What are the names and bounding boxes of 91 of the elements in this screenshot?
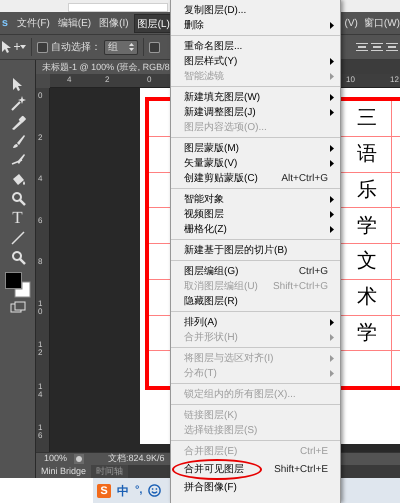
- ruler-label: 6: [38, 216, 44, 224]
- zoom-level: 100%: [44, 452, 68, 466]
- move-tool-icon[interactable]: [0, 40, 20, 54]
- align-icon[interactable]: [356, 42, 368, 52]
- type-tool[interactable]: T: [12, 209, 23, 227]
- updown-arrows-icon[interactable]: [129, 43, 134, 51]
- submenu-arrow-icon: [330, 109, 334, 116]
- menu-item[interactable]: 栅格化(Z): [171, 222, 340, 237]
- menu-item[interactable]: 隐藏图层(R): [171, 294, 340, 309]
- align-icon[interactable]: [386, 42, 398, 52]
- table-cell-text: 文: [357, 249, 377, 274]
- shortcut-label: Shift+Ctrl+E: [274, 463, 328, 477]
- table-cell-text: 学: [357, 214, 377, 239]
- submenu-arrow-icon: [330, 355, 334, 362]
- shortcut-label: Ctrl+G: [298, 265, 328, 279]
- ime-mode-toggle[interactable]: 中: [117, 482, 129, 500]
- checkbox-label: 自动选择：: [51, 40, 101, 54]
- ruler-label: 14: [38, 382, 44, 398]
- ruler-label: 2: [38, 134, 44, 142]
- ruler-label: 8: [38, 258, 44, 266]
- checkbox[interactable]: [37, 42, 48, 52]
- submenu-arrow-icon: [330, 319, 334, 326]
- foreground-color-swatch[interactable]: [4, 272, 22, 289]
- panel-tab[interactable]: Mini Bridge: [36, 465, 92, 478]
- submenu-arrow-icon: [330, 370, 334, 377]
- ruler-label: 10: [38, 300, 44, 316]
- menu-item[interactable]: 编辑(E): [54, 14, 94, 32]
- menu-item[interactable]: 拼合图像(F): [171, 480, 340, 495]
- submenu-arrow-icon: [330, 160, 334, 167]
- ruler-label: 10: [346, 75, 355, 85]
- screen-mode-icon[interactable]: [10, 301, 26, 315]
- menu-item[interactable]: 排列(A): [171, 315, 340, 330]
- shortcut-label: Shift+Ctrl+G: [272, 280, 328, 294]
- table-cell-text: 学: [357, 320, 377, 346]
- submenu-arrow-icon: [330, 22, 334, 29]
- checkbox[interactable]: [149, 42, 160, 52]
- submenu-arrow-icon: [330, 334, 334, 341]
- menu-item[interactable]: 新建基于图层的切片(B): [171, 243, 340, 258]
- shortcut-label: Ctrl+E: [300, 445, 328, 459]
- menu-item[interactable]: 新建填充图层(W): [171, 90, 340, 105]
- address-field[interactable]: [68, 3, 168, 12]
- align-icon[interactable]: [371, 42, 383, 52]
- document-size: 文档:824.9K/6: [108, 452, 165, 466]
- submenu-arrow-icon: [330, 211, 334, 218]
- shortcut-label: Alt+Ctrl+G: [281, 172, 328, 186]
- menu-item[interactable]: 矢量蒙版(V): [171, 156, 340, 171]
- smiley-icon[interactable]: [148, 484, 162, 497]
- submenu-arrow-icon: [330, 196, 334, 203]
- submenu-arrow-icon: [330, 226, 334, 233]
- ime-logo[interactable]: S: [97, 484, 111, 498]
- submenu-arrow-icon: [330, 94, 334, 101]
- menu-item[interactable]: (V): [344, 16, 358, 30]
- eyedropper-icon[interactable]: [10, 114, 26, 130]
- menu-item[interactable]: 文件(F): [14, 14, 53, 32]
- menu-item[interactable]: 创建剪贴蒙版(C) Alt+Ctrl+G: [171, 171, 340, 186]
- ruler-label: 12: [38, 341, 44, 357]
- submenu-arrow-icon: [330, 73, 334, 80]
- ruler-label: 0: [38, 92, 44, 100]
- menu-item[interactable]: 图层蒙版(M): [171, 141, 340, 156]
- ruler-label: 12: [390, 75, 399, 85]
- menu-item[interactable]: 图像(I): [96, 14, 132, 32]
- panel-tab[interactable]: 时间轴: [91, 465, 128, 478]
- menu-item[interactable]: 删除: [171, 18, 340, 33]
- ruler-label: 2: [105, 75, 110, 85]
- zoom-tool-icon[interactable]: [10, 249, 26, 265]
- ime-punctuation-toggle[interactable]: °,: [135, 482, 142, 499]
- menu-item[interactable]: 合并可见图层 Shift+Ctrl+E: [171, 459, 340, 480]
- submenu-arrow-icon: [330, 58, 334, 65]
- ruler-label: 4: [67, 75, 72, 85]
- magic-wand-icon[interactable]: [10, 95, 26, 111]
- table-cell-text: 乐: [357, 178, 377, 203]
- table-cell-text: 语: [357, 142, 377, 168]
- status-menu-icon[interactable]: [74, 454, 84, 464]
- menu-item[interactable]: 新建调整图层(J): [171, 105, 340, 120]
- menu-item[interactable]: 图层编组(G) Ctrl+G: [171, 264, 340, 279]
- caret-icon[interactable]: [20, 45, 26, 49]
- ruler-label: 0: [147, 75, 152, 85]
- menu-item[interactable]: 视频图层: [171, 207, 340, 222]
- menu-item[interactable]: 窗口(W): [364, 16, 400, 30]
- ruler-label: 4: [38, 175, 44, 183]
- ruler-label: 16: [38, 424, 44, 440]
- line-tool-icon[interactable]: [10, 230, 26, 246]
- menu-item[interactable]: 图层样式(Y): [171, 54, 340, 69]
- table-cell-text: 三: [357, 106, 377, 132]
- menu-item[interactable]: 重命名图层...: [171, 39, 340, 54]
- app-logo: s: [0, 16, 8, 31]
- submenu-arrow-icon: [330, 145, 334, 152]
- group-dropdown[interactable]: 组: [104, 40, 138, 54]
- menu-item[interactable]: 智能对象: [171, 192, 340, 207]
- menu-item[interactable]: 复制图层(D)...: [171, 3, 340, 18]
- table-cell-text: 术: [357, 285, 377, 310]
